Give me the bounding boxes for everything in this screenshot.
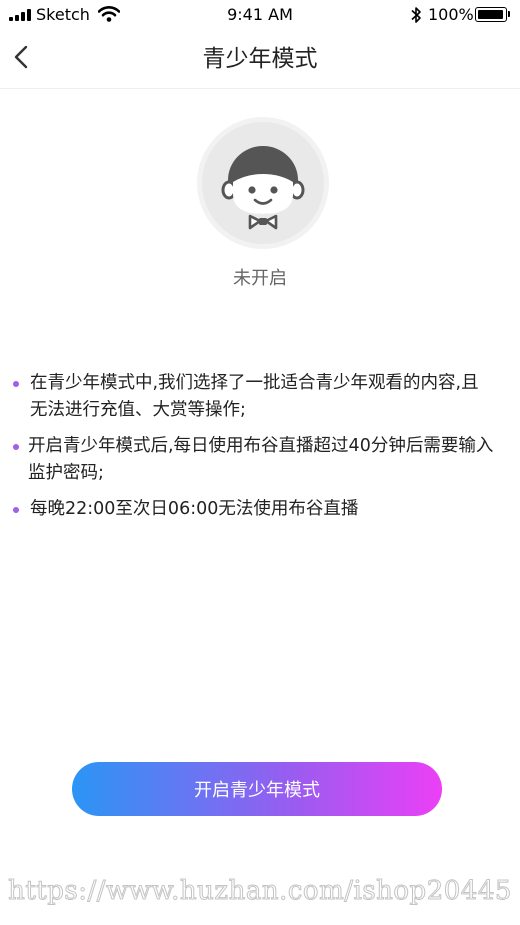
child-face-icon (221, 146, 305, 230)
battery-icon (475, 7, 507, 22)
watermark: https://www.huzhan.com/ishop20445 (8, 876, 512, 907)
avatar (197, 117, 329, 249)
mode-status-label: 未开启 (233, 268, 287, 289)
note-text: 在青少年模式中,我们选择了一批适合青少年观看的内容,且无法进行充值、大赏等操作; (30, 373, 479, 420)
status-bar: Sketch 9:41 AM 100% (0, 0, 520, 32)
nav-bar: 青少年模式 (0, 32, 520, 89)
note-item: 在青少年模式中,我们选择了一批适合青少年观看的内容,且无法进行充值、大赏等操作; (0, 370, 520, 424)
note-item: 每晚22:00至次日06:00无法使用布谷直播 (0, 496, 520, 523)
note-text: 每晚22:00至次日06:00无法使用布谷直播 (30, 499, 359, 519)
battery-tip (508, 11, 510, 17)
note-text: 开启青少年模式后,每日使用布谷直播超过40分钟后需要输入监护密码; (28, 436, 494, 483)
bullet-dot (13, 444, 19, 450)
page-title: 青少年模式 (202, 46, 318, 72)
enable-teen-mode-button[interactable]: 开启青少年模式 (72, 762, 442, 816)
note-item: 开启青少年模式后,每日使用布谷直播超过40分钟后需要输入监护密码; (0, 433, 520, 487)
battery-percent: 100% (428, 5, 474, 24)
bluetooth-icon (411, 7, 421, 23)
bullet-dot (13, 507, 19, 513)
avatar-background (202, 122, 324, 244)
battery-fill (478, 10, 503, 19)
notes-list: 在青少年模式中,我们选择了一批适合青少年观看的内容,且无法进行充值、大赏等操作;… (0, 370, 520, 532)
bullet-dot (13, 381, 19, 387)
